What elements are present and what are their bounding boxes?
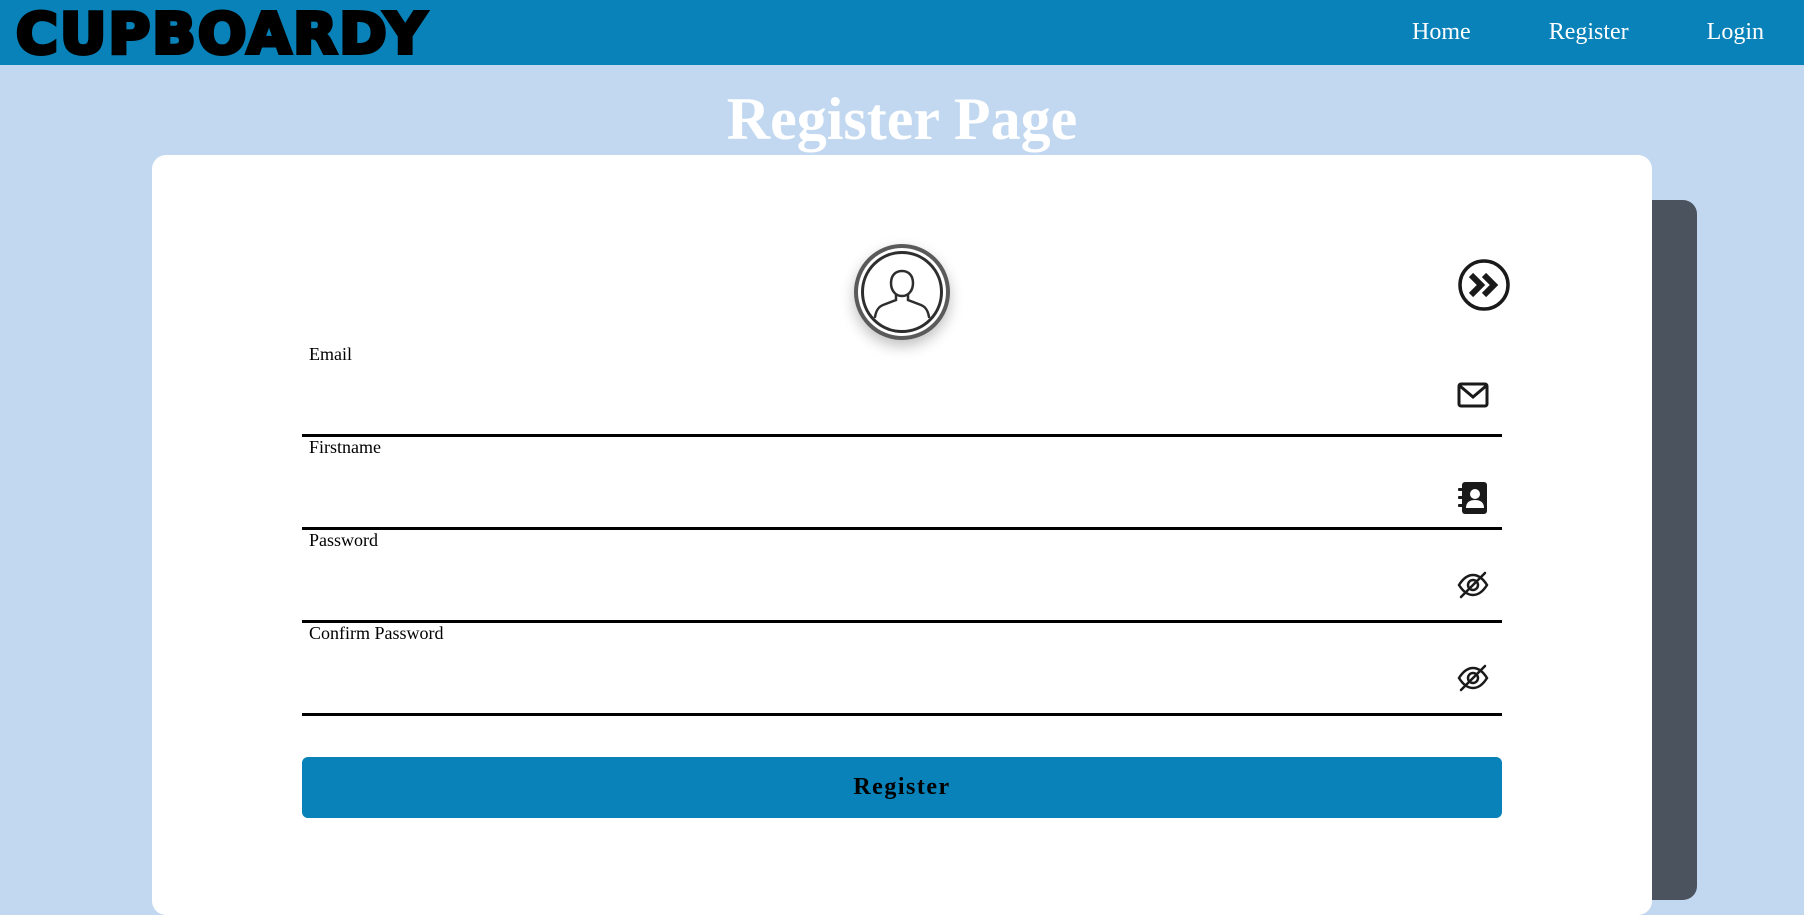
register-button[interactable]: Register [302,757,1502,818]
confirm-password-input[interactable] [302,653,1442,711]
eye-slash-icon[interactable] [1456,661,1490,695]
firstname-field: Firstname [302,437,1502,530]
firstname-input[interactable] [302,467,1442,525]
contact-book-icon [1456,481,1490,515]
nav-register-link[interactable]: Register [1549,19,1629,46]
email-label: Email [309,344,352,364]
eye-slash-icon[interactable] [1456,568,1490,602]
register-card: Email Firstname Password Confirm Passwor… [152,155,1652,915]
email-field: Email [302,344,1502,437]
nav-home-link[interactable]: Home [1412,19,1471,46]
double-chevron-right-icon[interactable] [1457,258,1511,312]
user-avatar [854,244,950,340]
password-label: Password [309,530,379,550]
nav-login-link[interactable]: Login [1707,19,1764,46]
page-title: Register Page [726,86,1078,152]
confirm-password-field: Confirm Password [302,623,1502,716]
password-field: Password [302,530,1502,623]
app-logo[interactable]: CUPBOARDY [14,2,428,68]
user-avatar-icon [861,251,943,333]
nav-links: Home Register Login [1412,0,1804,65]
navbar: CUPBOARDY Home Register Login [0,0,1804,68]
email-input[interactable] [302,374,1442,432]
confirm-password-label: Confirm Password [309,623,444,643]
firstname-label: Firstname [309,437,381,457]
envelope-icon [1456,378,1490,412]
password-input[interactable] [302,560,1442,618]
